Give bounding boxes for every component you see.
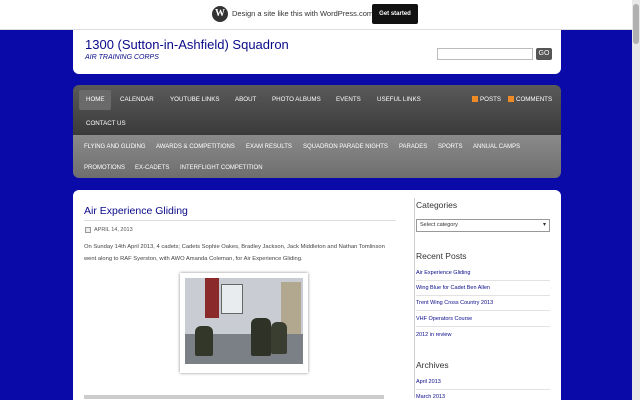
nav-item-home[interactable]: Home bbox=[86, 96, 105, 103]
posts-feed-link[interactable]: Posts bbox=[472, 96, 501, 103]
site-title[interactable]: 1300 (Sutton-in-Ashfield) Squadron bbox=[85, 37, 289, 52]
divider bbox=[416, 326, 550, 327]
divider bbox=[416, 310, 550, 311]
comments-feed-link[interactable]: Comments bbox=[508, 96, 552, 103]
categories-title: Categories bbox=[416, 200, 458, 210]
nav-item-photo-albums[interactable]: Photo Albums bbox=[272, 96, 321, 103]
nav-item-youtube-links[interactable]: Youtube Links bbox=[170, 96, 220, 103]
divider bbox=[416, 295, 550, 296]
archives-title: Archives bbox=[416, 360, 449, 370]
site-tagline: AIR TRAINING CORPS bbox=[85, 54, 159, 61]
main-content: Air Experience Gliding April 14, 2013 On… bbox=[73, 190, 561, 400]
recent-posts-title: Recent Posts bbox=[416, 251, 467, 261]
get-started-button[interactable]: Get started bbox=[372, 4, 418, 24]
nav-item-squadron-parade-nights[interactable]: Squadron Parade Nights bbox=[303, 144, 388, 150]
nav-item-interflight-competition[interactable]: Interflight Competition bbox=[180, 165, 263, 171]
category-select-value: Select category bbox=[420, 222, 458, 228]
search-button[interactable]: GO bbox=[536, 48, 552, 60]
site-header: 1300 (Sutton-in-Ashfield) Squadron AIR T… bbox=[73, 30, 561, 74]
cadets-photo bbox=[185, 278, 303, 364]
recent-post-link[interactable]: Wing Blue for Cadet Ben Allen bbox=[416, 285, 490, 291]
wordpress-logo-icon[interactable]: W bbox=[212, 6, 228, 22]
wordpress-promo-bar: W Design a site like this with WordPress… bbox=[0, 0, 640, 30]
nav-item-ex-cadets[interactable]: Ex-Cadets bbox=[135, 165, 169, 171]
calendar-icon bbox=[85, 227, 91, 233]
post-title[interactable]: Air Experience Gliding bbox=[84, 205, 188, 217]
nav-item-calendar[interactable]: Calendar bbox=[120, 96, 154, 103]
search-input[interactable] bbox=[437, 48, 533, 60]
wordpress-promo-text[interactable]: Design a site like this with WordPress.c… bbox=[232, 9, 373, 18]
divider bbox=[416, 280, 550, 281]
nav-item-exam-results[interactable]: Exam Results bbox=[246, 144, 292, 150]
category-select[interactable]: Select category ▾ bbox=[416, 219, 550, 232]
comments-feed-label: Comments bbox=[516, 96, 553, 103]
vertical-scrollbar[interactable] bbox=[632, 0, 640, 400]
recent-post-link[interactable]: 2012 in review bbox=[416, 332, 451, 338]
nav-item-events[interactable]: Events bbox=[336, 96, 361, 103]
nav-item-parades[interactable]: Parades bbox=[399, 144, 427, 150]
divider bbox=[416, 389, 550, 390]
nav-item-flying-and-gliding[interactable]: Flying and Gliding bbox=[84, 144, 146, 150]
nav-item-awards-competitions[interactable]: Awards & Competitions bbox=[156, 144, 235, 150]
nav-item-annual-camps[interactable]: Annual Camps bbox=[473, 144, 520, 150]
sidebar-divider bbox=[414, 198, 415, 398]
rss-icon bbox=[472, 96, 478, 102]
nav-item-useful-links[interactable]: Useful Links bbox=[377, 96, 421, 103]
rss-icon bbox=[508, 96, 514, 102]
recent-post-link[interactable]: Trent Wing Cross Country 2013 bbox=[416, 300, 493, 306]
posts-feed-label: Posts bbox=[480, 96, 501, 103]
archive-link[interactable]: April 2013 bbox=[416, 379, 441, 385]
recent-post-link[interactable]: VHF Operators Course bbox=[416, 316, 472, 322]
recent-post-link[interactable]: Air Experience Gliding bbox=[416, 270, 470, 276]
primary-nav: Home Calendar Youtube Links About Photo … bbox=[73, 85, 561, 135]
divider bbox=[84, 220, 396, 221]
nav-item-promotions[interactable]: Promotions bbox=[84, 165, 125, 171]
archive-link[interactable]: March 2013 bbox=[416, 394, 445, 400]
post-date[interactable]: April 14, 2013 bbox=[94, 227, 133, 233]
scrollbar-thumb[interactable] bbox=[633, 4, 639, 44]
post-body: On Sunday 14th April 2013, 4 cadets; Cad… bbox=[84, 244, 385, 262]
nav-item-contact-us[interactable]: Contact Us bbox=[86, 120, 126, 127]
nav-item-about[interactable]: About bbox=[235, 96, 256, 103]
nav-item-sports[interactable]: Sports bbox=[438, 144, 463, 150]
chevron-down-icon: ▾ bbox=[542, 222, 546, 228]
post-photo[interactable] bbox=[180, 273, 308, 373]
secondary-nav: Flying and Gliding Awards & Competitions… bbox=[73, 135, 561, 178]
truncated-text bbox=[84, 395, 384, 399]
